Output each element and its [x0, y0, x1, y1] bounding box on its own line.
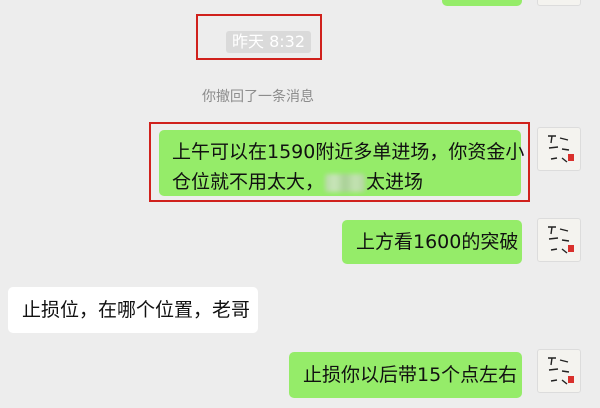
calligraphy-seal-avatar-icon — [538, 0, 582, 7]
calligraphy-seal-avatar-icon — [548, 357, 574, 385]
message-timestamp: 昨天 8:32 — [226, 31, 312, 53]
message-bubble-3[interactable]: 止损位，在哪个位置，老哥 — [8, 287, 258, 333]
calligraphy-seal-avatar-icon — [548, 226, 574, 254]
message-1-line-2: 仓位就不用太大， 太进场 — [172, 167, 508, 197]
contact-avatar[interactable] — [537, 127, 581, 171]
message-bubble-4[interactable]: 止损你以后带15个点左右 — [289, 352, 522, 398]
recalled-message-notice: 你撤回了一条消息 — [202, 89, 314, 105]
contact-avatar[interactable] — [537, 0, 581, 6]
message-1-line-2-start: 仓位就不用太大， — [172, 171, 325, 193]
contact-avatar[interactable] — [537, 218, 581, 262]
message-bubble-1[interactable]: 上午可以在1590附近多单进场，你资金小 仓位就不用太大， 太进场 — [159, 130, 525, 197]
message-1-line-1: 上午可以在1590附近多单进场，你资金小 — [172, 141, 525, 163]
message-bubble-2[interactable]: 上方看1600的突破 — [342, 220, 522, 264]
message-1-line-2-end: 太进场 — [366, 171, 424, 193]
calligraphy-seal-avatar-icon — [548, 135, 574, 163]
contact-avatar[interactable] — [537, 349, 581, 393]
blurred-text-mask — [325, 173, 366, 192]
message-bubble-partial[interactable] — [442, 0, 522, 6]
